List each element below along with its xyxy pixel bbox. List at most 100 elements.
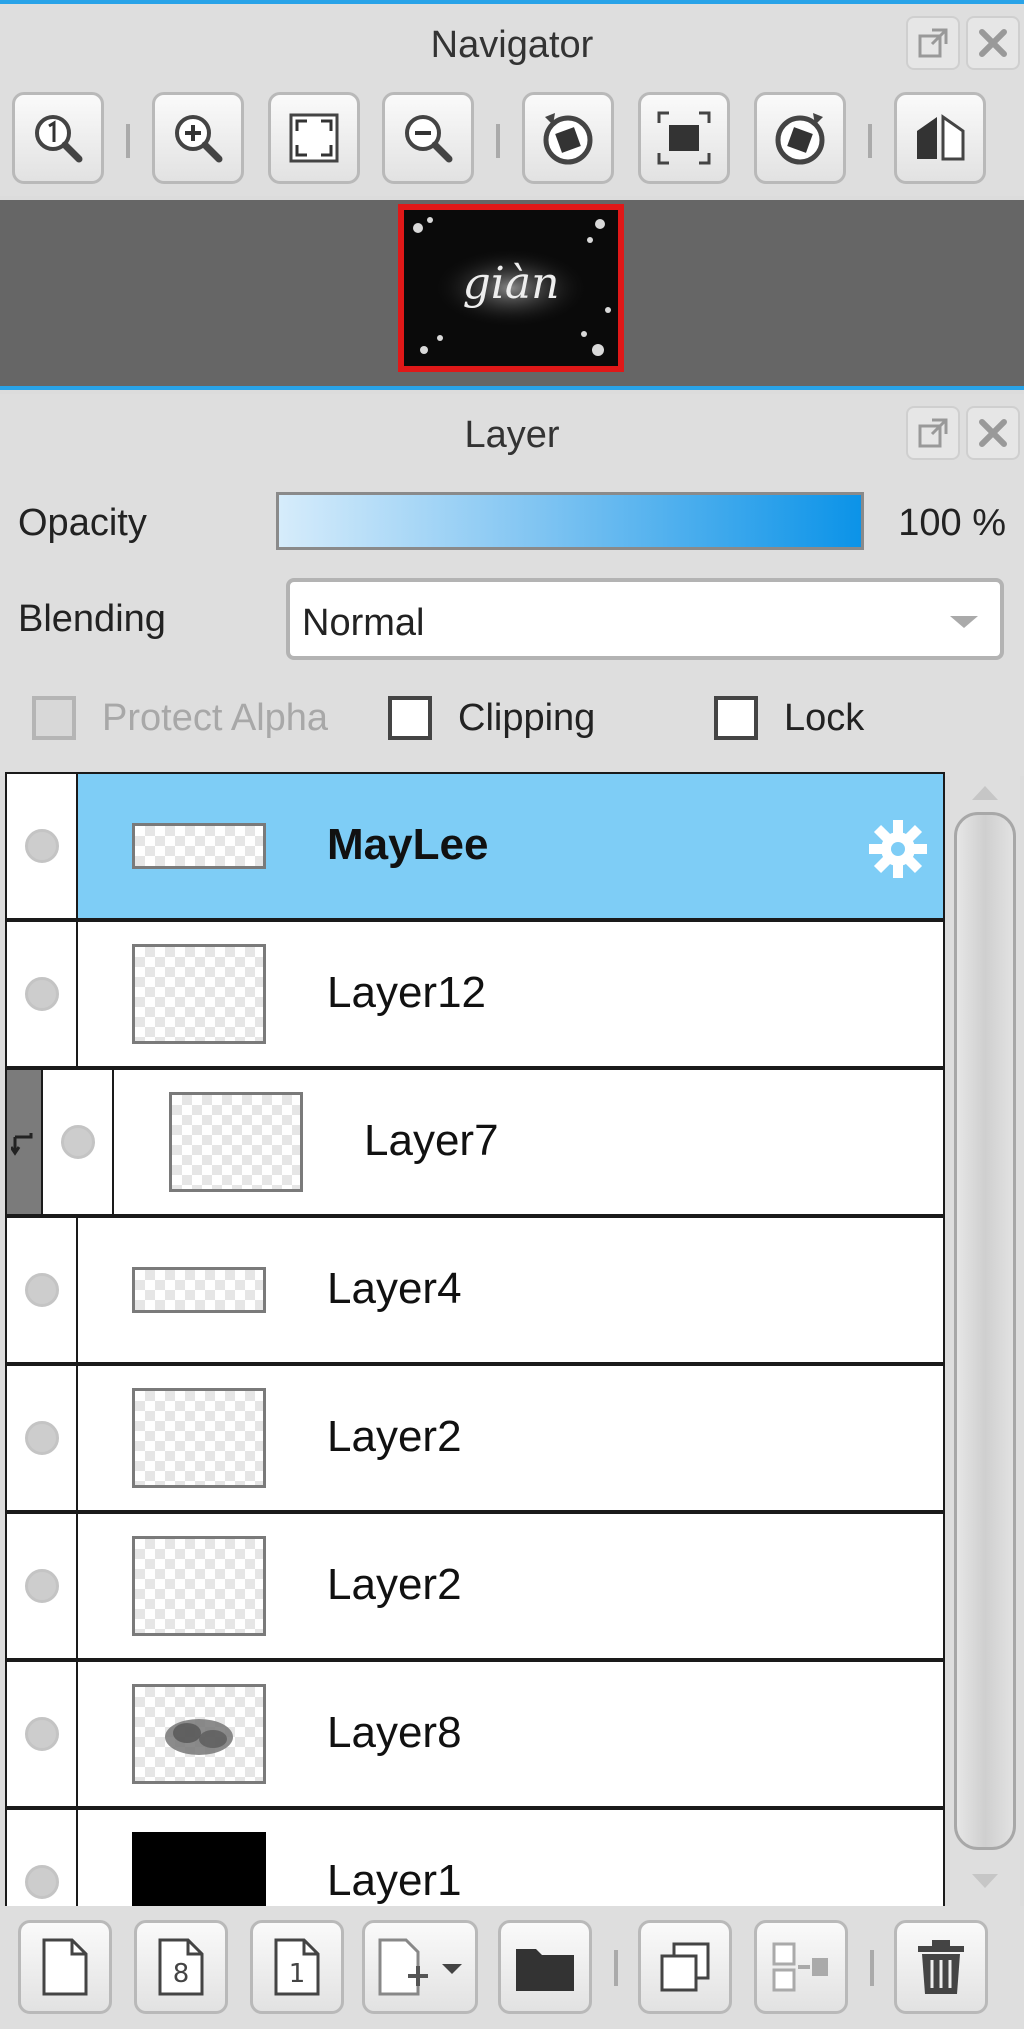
layer-row[interactable]: Layer2 [5, 1364, 945, 1512]
visibility-icon [24, 1569, 59, 1603]
layer-properties: Opacity 100 % Blending Normal Protect Al… [0, 476, 1024, 776]
visibility-toggle[interactable] [7, 1662, 78, 1806]
layer-name: Layer7 [364, 1116, 499, 1165]
new-folder-button[interactable] [498, 1920, 592, 2014]
popout-icon [918, 28, 948, 58]
layer-row[interactable]: Layer7 [5, 1068, 945, 1216]
layer-list: MayLee Layer12 Layer7 Layer4 Layer2 Laye… [5, 772, 945, 1906]
zoom-actual-button[interactable] [12, 92, 104, 184]
zoom-actual-icon [35, 115, 83, 163]
visibility-toggle[interactable] [7, 1218, 78, 1362]
blending-label: Blending [18, 598, 166, 640]
layer-row[interactable]: Layer4 [5, 1216, 945, 1364]
visibility-toggle[interactable] [7, 1366, 78, 1510]
fit-window-icon [289, 113, 339, 163]
layer-name: Layer4 [327, 1264, 462, 1313]
visibility-toggle[interactable] [7, 774, 78, 918]
rotate-right-icon [775, 113, 825, 165]
layer-thumbnail [132, 823, 266, 869]
navigator-toolbar [0, 86, 1024, 196]
visibility-toggle[interactable] [7, 922, 78, 1066]
layer-thumbnail [132, 1388, 266, 1488]
gear-icon[interactable] [865, 816, 931, 882]
new-1bit-layer-button[interactable]: 1 [250, 1920, 344, 2014]
layer-name: Layer1 [327, 1856, 462, 1905]
new-layer-icon [42, 1938, 88, 1996]
layer-popout-button[interactable] [906, 406, 960, 460]
layer-scrollbar[interactable] [950, 772, 1020, 1906]
merge-down-button[interactable] [754, 1920, 848, 2014]
visibility-icon [24, 1421, 59, 1455]
popout-icon [918, 418, 948, 448]
protect-alpha-option[interactable]: Protect Alpha [32, 696, 328, 740]
canvas-thumbnail-caption: giàn [462, 258, 560, 309]
layer-bottom-toolbar: 8 1 [0, 1906, 1024, 2029]
chevron-down-icon [950, 616, 978, 628]
layer-row[interactable]: Layer1 [5, 1808, 945, 1906]
flip-horizontal-button[interactable] [894, 92, 986, 184]
new-1bit-label: 1 [289, 1959, 306, 1989]
layer-thumbnail [132, 944, 266, 1044]
zoom-out-icon [405, 115, 453, 163]
canvas-thumbnail[interactable]: giàn [398, 204, 624, 372]
layer-close-button[interactable] [966, 406, 1020, 460]
clipping-label: Clipping [458, 696, 596, 739]
layer-row[interactable]: Layer8 [5, 1660, 945, 1808]
zoom-in-icon [175, 115, 223, 163]
navigator-close-button[interactable] [966, 16, 1020, 70]
layer-row[interactable]: Layer2 [5, 1512, 945, 1660]
duplicate-layer-button[interactable] [638, 1920, 732, 2014]
visibility-icon [24, 977, 59, 1011]
blending-select[interactable]: Normal [286, 578, 1004, 660]
clipping-indicator [7, 1070, 43, 1214]
protect-alpha-checkbox[interactable] [32, 696, 76, 740]
layer-name: Layer2 [327, 1412, 462, 1461]
layer-thumbnail [132, 1267, 266, 1313]
visibility-icon [24, 1273, 59, 1307]
new-folder-icon [516, 1949, 574, 1991]
layer-row[interactable]: Layer12 [5, 920, 945, 1068]
zoom-in-button[interactable] [152, 92, 244, 184]
visibility-icon [24, 829, 59, 863]
layer-thumbnail [132, 1832, 266, 1906]
lock-checkbox[interactable] [714, 696, 758, 740]
layer-name: MayLee [327, 820, 489, 869]
layer-row[interactable]: MayLee [5, 772, 945, 920]
lock-label: Lock [784, 696, 865, 739]
add-layer-menu-icon [378, 1938, 462, 1996]
opacity-value: 100 % [898, 502, 1006, 544]
opacity-slider[interactable] [276, 492, 864, 550]
rotate-right-button[interactable] [754, 92, 846, 184]
scroll-down-icon[interactable] [950, 1864, 1020, 1898]
lock-option[interactable]: Lock [714, 696, 864, 740]
delete-layer-button[interactable] [894, 1920, 988, 2014]
layer-thumbnail [169, 1092, 303, 1192]
visibility-toggle[interactable] [7, 1514, 78, 1658]
add-layer-menu-button[interactable] [362, 1920, 478, 2014]
zoom-out-button[interactable] [382, 92, 474, 184]
layer-name: Layer2 [327, 1560, 462, 1609]
new-1bit-layer-icon: 1 [274, 1938, 320, 1996]
navigator-header: Navigator [0, 4, 1024, 86]
new-layer-button[interactable] [18, 1920, 112, 2014]
clipping-checkbox[interactable] [388, 696, 432, 740]
merge-down-icon [772, 1942, 828, 1992]
navigator-preview[interactable]: giàn [0, 200, 1024, 390]
navigator-popout-button[interactable] [906, 16, 960, 70]
scrollbar-thumb[interactable] [954, 812, 1016, 1850]
fit-canvas-button[interactable] [638, 92, 730, 184]
visibility-toggle[interactable] [43, 1070, 114, 1214]
new-8bit-layer-button[interactable]: 8 [134, 1920, 228, 2014]
rotate-left-icon [543, 113, 593, 165]
new-8bit-layer-icon: 8 [158, 1938, 204, 1996]
layer-header: Layer [0, 394, 1024, 476]
rotate-left-button[interactable] [522, 92, 614, 184]
fit-canvas-icon [657, 111, 711, 165]
opacity-label: Opacity [18, 502, 147, 544]
scroll-up-icon[interactable] [950, 776, 1020, 810]
visibility-toggle[interactable] [7, 1810, 78, 1906]
clipping-option[interactable]: Clipping [388, 696, 595, 740]
smudge-image [165, 1719, 233, 1755]
fit-window-button[interactable] [268, 92, 360, 184]
layer-name: Layer8 [327, 1708, 462, 1757]
